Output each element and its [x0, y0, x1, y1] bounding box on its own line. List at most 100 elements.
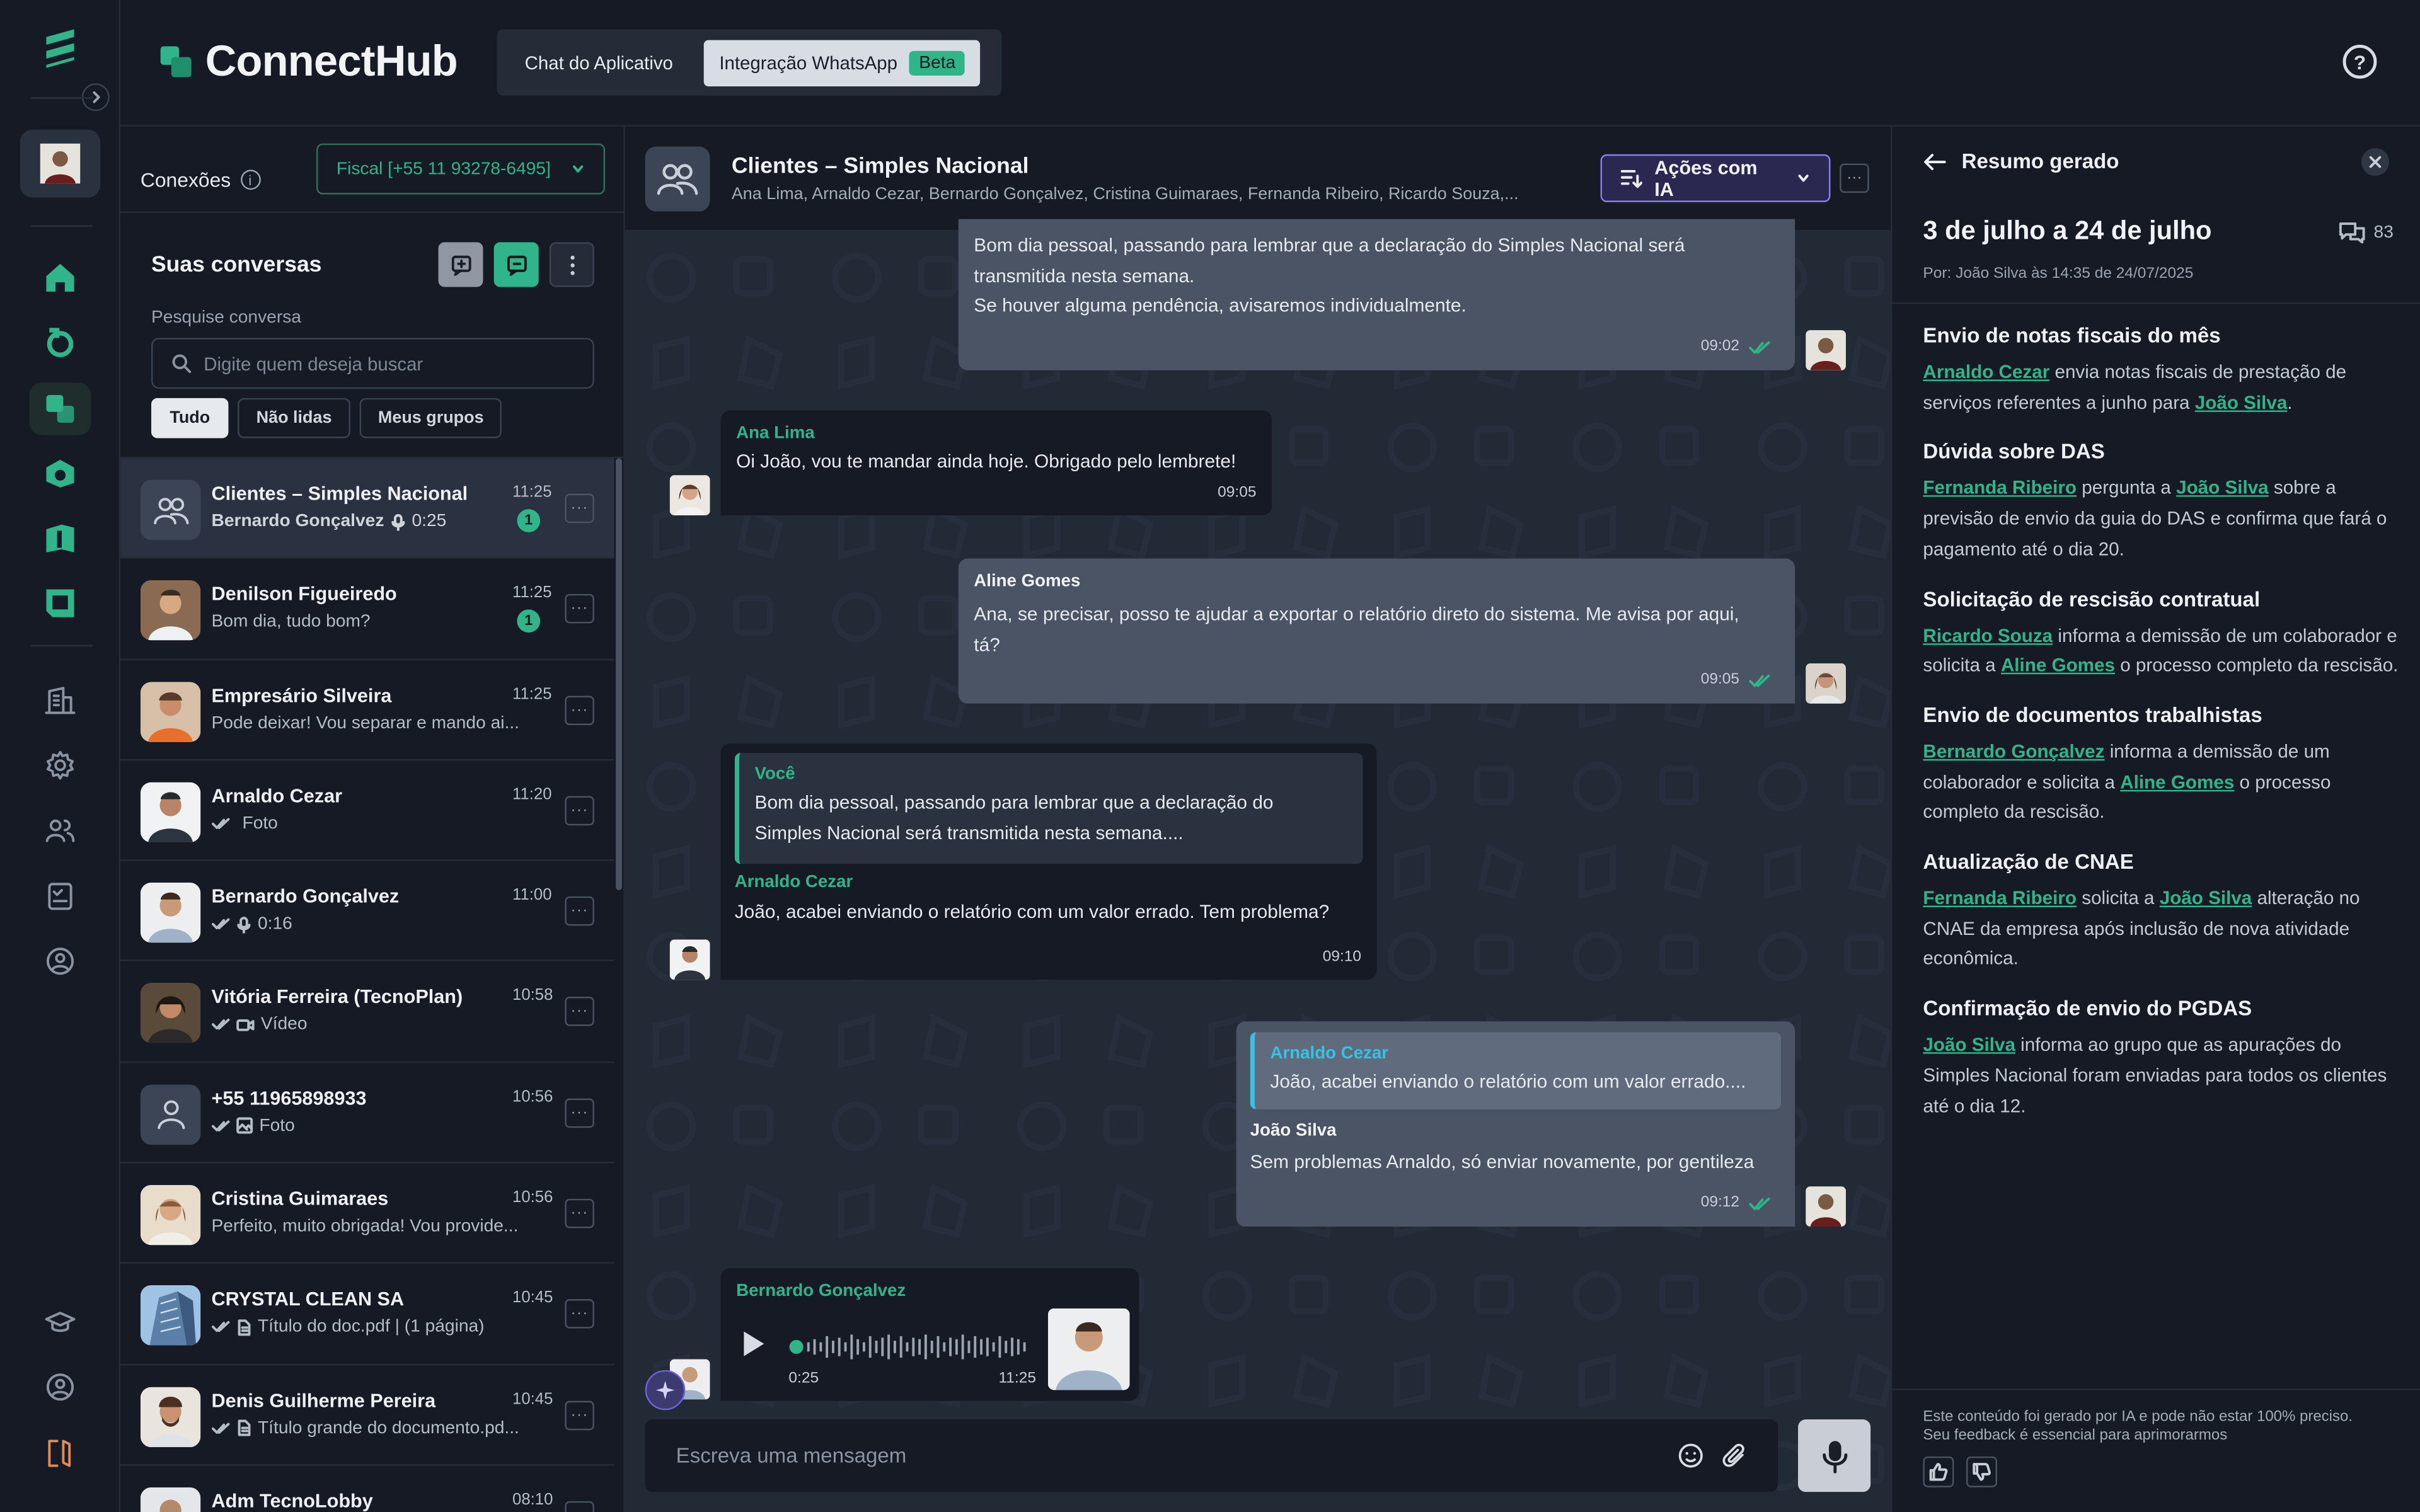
- mention-link[interactable]: Fernanda Ribeiro: [1923, 887, 2077, 908]
- conversation-item[interactable]: Clientes – Simples Nacional Bernardo Gon…: [120, 458, 614, 559]
- nav-sync[interactable]: [30, 316, 91, 369]
- ai-actions-button[interactable]: Ações com IA: [1600, 154, 1831, 202]
- nav-module-6[interactable]: [30, 577, 91, 629]
- message-bubble-outgoing[interactable]: Arnaldo Cezar João, acabei enviando o re…: [1236, 1021, 1795, 1227]
- conversation-item[interactable]: Bernardo Gonçalvez 0:16 11:00 ···: [120, 861, 614, 962]
- summary-header: Resumo gerado: [1923, 150, 2119, 173]
- conversation-more-button[interactable]: ···: [565, 1098, 594, 1128]
- user-avatar[interactable]: [20, 129, 101, 198]
- app-logo-icon: [43, 28, 78, 68]
- conversation-more-button[interactable]: ···: [565, 1400, 594, 1430]
- message-meta: 09:02: [1701, 335, 1770, 359]
- help-button[interactable]: ?: [2342, 45, 2377, 79]
- nav-home[interactable]: [30, 251, 91, 304]
- search-box: [151, 338, 594, 389]
- nav-academy[interactable]: [30, 1296, 91, 1348]
- brand: ConnectHub: [159, 37, 458, 86]
- new-group-button[interactable]: [438, 242, 483, 287]
- nav-settings[interactable]: [30, 739, 91, 791]
- conversation-item[interactable]: Cristina Guimaraes Perfeito, muito obrig…: [120, 1164, 614, 1264]
- conversation-item[interactable]: Denis Guilherme Pereira Título grande do…: [120, 1365, 614, 1466]
- close-summary-button[interactable]: [2361, 148, 2390, 176]
- filter-unread[interactable]: Não lidas: [238, 398, 350, 438]
- message-icon: [505, 254, 527, 275]
- message-time: 09:10: [1322, 949, 1362, 966]
- chat-more-button[interactable]: ···: [1840, 163, 1869, 193]
- conversation-more-button[interactable]: ···: [565, 493, 594, 524]
- conversation-more-button[interactable]: ···: [565, 695, 594, 725]
- nav-reports[interactable]: [30, 870, 91, 922]
- nav-module-4[interactable]: [30, 447, 91, 500]
- search-input[interactable]: [204, 352, 559, 374]
- conversation-more-button[interactable]: ···: [565, 997, 594, 1027]
- audio-waveform[interactable]: [788, 1333, 1032, 1361]
- nav-users[interactable]: [30, 804, 91, 856]
- nav-module-5[interactable]: [30, 512, 91, 564]
- mention-link[interactable]: João Silva: [2195, 391, 2288, 413]
- conversation-item[interactable]: Denilson Figueiredo Bom dia, tudo bom? 1…: [120, 559, 614, 660]
- connection-select[interactable]: Fiscal [+55 11 93278-6495]: [316, 143, 606, 195]
- list-scrollbar[interactable]: [616, 458, 622, 891]
- mention-link[interactable]: Fernanda Ribeiro: [1923, 478, 2077, 499]
- summary-section-text: Arnaldo Cezar envia notas fiscais de pre…: [1923, 358, 2401, 419]
- emoji-icon[interactable]: [1678, 1443, 1704, 1469]
- conversation-more-button[interactable]: ···: [565, 796, 594, 825]
- mention-link[interactable]: João Silva: [2176, 478, 2269, 499]
- nav-companies[interactable]: [30, 674, 91, 726]
- summary-text: o processo completo da rescisão.: [2114, 654, 2399, 677]
- conversation-item[interactable]: Vitória Ferreira (TecnoPlan) Vídeo 10:58…: [120, 962, 614, 1063]
- conversation-item[interactable]: Arnaldo Cezar Foto 11:20 ···: [120, 760, 614, 861]
- conversation-item[interactable]: CRYSTAL CLEAN SA Título do doc.pdf | (1 …: [120, 1264, 614, 1365]
- attach-icon[interactable]: [1722, 1443, 1747, 1469]
- filter-my-groups[interactable]: Meus grupos: [359, 398, 502, 438]
- microphone-icon: [390, 513, 405, 530]
- conversation-more-button[interactable]: ···: [565, 594, 594, 624]
- conversation-more-button[interactable]: ···: [565, 1501, 594, 1512]
- summary-section-text: Ricardo Souza informa a demissão de um c…: [1923, 621, 2401, 682]
- message-input[interactable]: Escreva uma mensagem: [676, 1444, 1678, 1467]
- quoted-message[interactable]: Arnaldo Cezar João, acabei enviando o re…: [1250, 1032, 1782, 1109]
- logout-button[interactable]: [30, 1427, 91, 1479]
- info-icon[interactable]: i: [239, 169, 260, 190]
- filter-all[interactable]: Tudo: [151, 398, 229, 438]
- mention-link[interactable]: Aline Gomes: [2001, 655, 2115, 676]
- thumbs-up-button[interactable]: [1923, 1456, 1954, 1487]
- thumbs-down-button[interactable]: [1966, 1456, 1997, 1487]
- message-composer[interactable]: Escreva uma mensagem: [645, 1419, 1778, 1492]
- summary-section: Envio de documentos trabalhistas Bernardo…: [1923, 704, 2401, 829]
- mention-link[interactable]: João Silva: [2160, 887, 2252, 908]
- conversation-more-button[interactable]: ···: [565, 1299, 594, 1329]
- more-options-button[interactable]: [549, 242, 594, 287]
- conversation-item[interactable]: +55 11965898933 Foto 10:56 ···: [120, 1063, 614, 1164]
- tab-whatsapp[interactable]: Integração WhatsApp Beta: [703, 39, 981, 86]
- mention-link[interactable]: Arnaldo Cezar: [1923, 361, 2049, 382]
- ai-assist-button[interactable]: [645, 1370, 686, 1411]
- audio-message-bubble[interactable]: Bernardo Gonçalvez 0:25 11:25: [720, 1268, 1139, 1401]
- tab-app-chat[interactable]: Chat do Aplicativo: [506, 39, 691, 85]
- summary-section-text: João Silva informa ao grupo que as apura…: [1923, 1031, 2401, 1122]
- top-header: ConnectHub Chat do Aplicativo Integração…: [120, 0, 2420, 127]
- message-bubble-incoming[interactable]: Ana Lima Oi João, vou te mandar ainda ho…: [720, 410, 1272, 515]
- mention-link[interactable]: Aline Gomes: [2120, 771, 2234, 793]
- conversation-more-button[interactable]: ···: [565, 896, 594, 926]
- mention-link[interactable]: Bernardo Gonçalvez: [1923, 740, 2104, 762]
- nav-connecthub[interactable]: [29, 382, 91, 435]
- message-bubble-outgoing[interactable]: Bom dia pessoal, passando para lembrar q…: [958, 219, 1795, 370]
- summary-panel: Resumo gerado 3 de julho a 24 de julho 8…: [1891, 126, 2420, 1512]
- new-conversation-button[interactable]: [493, 242, 539, 287]
- avatar: [140, 1386, 201, 1447]
- quoted-message[interactable]: Você Bom dia pessoal, passando para lemb…: [734, 753, 1363, 864]
- message-bubble-incoming[interactable]: Você Bom dia pessoal, passando para lemb…: [720, 743, 1377, 980]
- conversation-more-button[interactable]: ···: [565, 1199, 594, 1228]
- summary-text: solicita a: [2077, 887, 2160, 909]
- conversation-item[interactable]: Adm TecnoLobby 08:10 ···: [120, 1465, 614, 1512]
- nav-profile[interactable]: [30, 935, 91, 987]
- mention-link[interactable]: Ricardo Souza: [1923, 624, 2053, 646]
- mention-link[interactable]: João Silva: [1923, 1034, 2015, 1055]
- message-bubble-outgoing[interactable]: Aline Gomes Ana, se precisar, posso te a…: [958, 558, 1795, 704]
- record-audio-button[interactable]: [1798, 1419, 1871, 1492]
- back-arrow-icon[interactable]: [1923, 152, 1946, 170]
- nav-account[interactable]: [30, 1361, 91, 1413]
- play-button[interactable]: [741, 1330, 766, 1358]
- conversation-item[interactable]: Empresário Silveira Pode deixar! Vou sep…: [120, 660, 614, 761]
